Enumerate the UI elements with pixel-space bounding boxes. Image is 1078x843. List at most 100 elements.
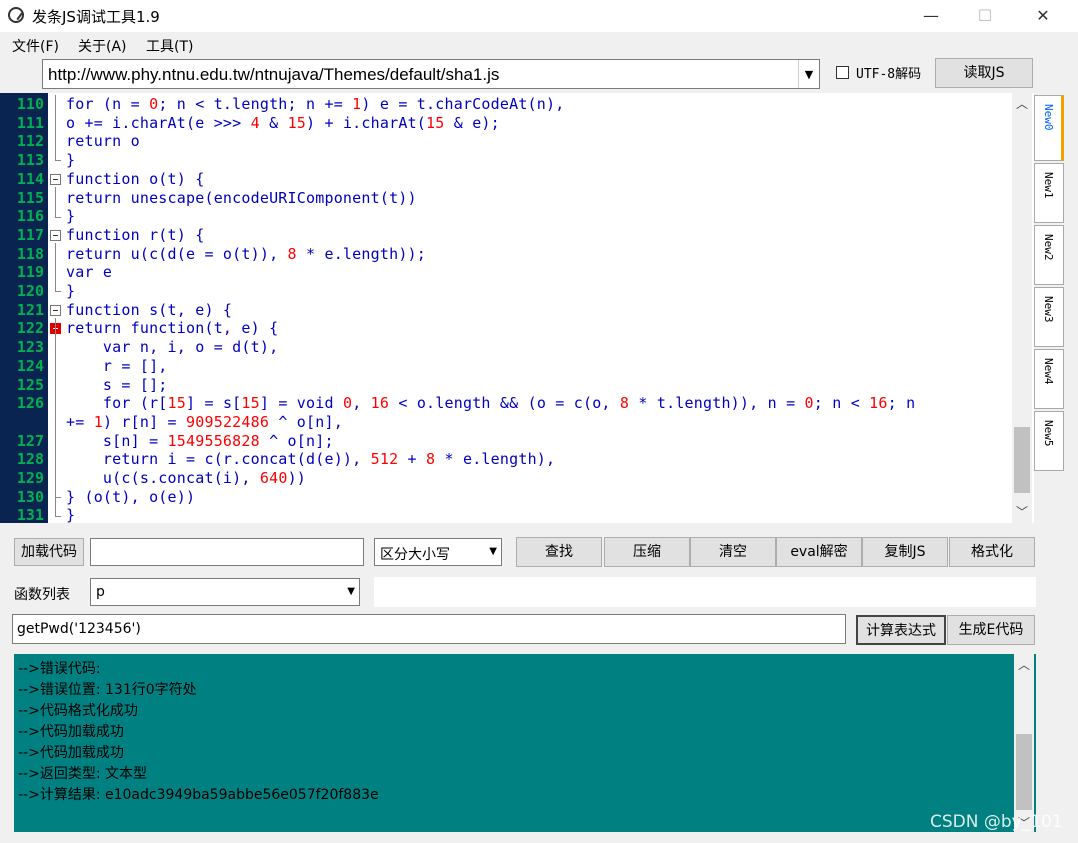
code-line[interactable]: } (66, 207, 75, 226)
line-number: 121 (16, 300, 44, 319)
output-line: -->代码加载成功 (18, 724, 124, 740)
load-code-button[interactable]: 加载代码 (14, 538, 84, 566)
clear-button[interactable]: 清空 (690, 537, 776, 567)
watermark: CSDN @by_101 (930, 812, 1063, 832)
code-line[interactable]: for (r[15] = s[15] = void 0, 16 < o.leng… (66, 394, 915, 413)
code-line[interactable]: for (n = 0; n < t.length; n += 1) e = t.… (66, 95, 564, 114)
function-select[interactable]: p ▼ (90, 578, 360, 606)
utf8-checkbox[interactable] (836, 66, 849, 79)
menu-tools[interactable]: 工具(T) (146, 36, 193, 56)
fold-end (55, 160, 61, 162)
line-number: 124 (16, 356, 44, 375)
code-line[interactable]: return i = c(r.concat(d(e)), 512 + 8 * e… (66, 450, 555, 469)
code-line[interactable]: u(c(s.concat(i), 640)) (66, 469, 306, 488)
tab-new1[interactable]: New1 (1034, 163, 1064, 223)
chevron-down-icon[interactable]: ▼ (489, 546, 497, 557)
code-line[interactable]: return u(c(d(e = o(t)), 8 * e.length)); (66, 245, 426, 264)
code-line[interactable]: r = [], (66, 357, 168, 376)
output-line: -->返回类型: 文本型 (18, 766, 148, 782)
chevron-down-icon[interactable]: ▼ (347, 586, 355, 597)
tab-new1-label: New1 (1042, 172, 1055, 199)
code-line[interactable]: o += i.charAt(e >>> 4 & 15) + i.charAt(1… (66, 114, 500, 133)
output-line: -->计算结果: e10adc3949ba59abbe56e057f20f883… (18, 787, 379, 803)
fold-guide (55, 95, 56, 161)
code-line[interactable]: function o(t) { (66, 170, 204, 189)
output-line: -->代码加载成功 (18, 745, 124, 761)
line-number: 118 (16, 244, 44, 263)
search-input[interactable] (90, 538, 364, 566)
copy-js-button[interactable]: 复制JS (862, 537, 948, 567)
menu-about[interactable]: 关于(A) (78, 36, 127, 56)
code-line[interactable]: } (66, 282, 75, 301)
tab-new2-label: New2 (1042, 234, 1055, 261)
find-button[interactable]: 查找 (516, 537, 602, 567)
line-number: 110 (16, 95, 44, 113)
tab-new0[interactable]: New0 (1034, 95, 1064, 161)
chevron-down-icon[interactable]: ▼ (798, 60, 819, 88)
fold-guide (55, 317, 56, 498)
code-line[interactable]: } (66, 506, 75, 523)
url-combobox[interactable]: http://www.phy.ntnu.edu.tw/ntnujava/Them… (42, 59, 820, 89)
tab-new5[interactable]: New5 (1034, 411, 1064, 471)
expression-value: getPwd('123456') (17, 621, 141, 637)
line-number: 129 (16, 469, 44, 487)
code-editor[interactable]: 110 for (n = 0; n < t.length; n += 1) e =… (0, 93, 1034, 523)
editor-scroll-thumb[interactable] (1014, 427, 1030, 493)
code-line[interactable]: += 1) r[n] = 909522486 ^ o[n], (66, 413, 343, 432)
read-js-button[interactable]: 读取JS (935, 58, 1033, 88)
line-number: 119 (16, 263, 44, 282)
eval-decode-button[interactable]: eval解密 (776, 537, 862, 567)
scroll-up-icon[interactable]: ︿ (1018, 656, 1030, 673)
fold-guide (55, 478, 56, 516)
code-line[interactable]: return o (66, 132, 140, 151)
window-title: 发条JS调试工具1.9 (32, 8, 160, 26)
function-select-value: p (96, 584, 105, 600)
output-scroll-thumb[interactable] (1016, 734, 1032, 810)
code-line[interactable]: return function(t, e) { (66, 319, 278, 338)
code-line[interactable]: function r(t) { (66, 226, 204, 245)
tab-new0-label: New0 (1042, 104, 1055, 131)
line-number: 131 (16, 506, 44, 523)
code-line[interactable]: function s(t, e) { (66, 301, 232, 320)
code-line[interactable]: } (o(t), o(e)) (66, 488, 195, 507)
tab-new2[interactable]: New2 (1034, 225, 1064, 285)
code-line[interactable]: var n, i, o = d(t), (66, 338, 278, 357)
output-scrollbar[interactable]: ︿ ﹀ (1014, 654, 1034, 832)
expression-input[interactable]: getPwd('123456') (12, 614, 846, 644)
menu-file[interactable]: 文件(F) (12, 36, 59, 56)
function-list-label: 函数列表 (14, 587, 70, 603)
code-line[interactable]: } (66, 151, 75, 170)
maximize-button[interactable]: ☐ (962, 0, 1008, 32)
utf8-label: UTF-8解码 (856, 67, 922, 82)
close-button[interactable]: ✕ (1020, 0, 1066, 32)
line-number: 128 (16, 450, 44, 469)
tab-new4[interactable]: New4 (1034, 349, 1064, 409)
output-line: -->错误位置: 131行0字符处 (18, 682, 197, 698)
line-number: 112 (16, 132, 44, 151)
line-number: 125 (16, 375, 44, 394)
fold-toggle-icon[interactable] (50, 304, 61, 316)
scroll-down-icon[interactable]: ﹀ (1016, 503, 1028, 520)
code-line[interactable]: var e (66, 263, 112, 282)
code-line[interactable]: s = []; (66, 376, 168, 395)
code-line[interactable]: return unescape(encodeURIComponent(t)) (66, 189, 417, 208)
line-number: 113 (16, 151, 44, 170)
output-line: -->代码格式化成功 (18, 703, 138, 719)
format-button[interactable]: 格式化 (949, 537, 1035, 567)
scroll-up-icon[interactable]: ︿ (1016, 95, 1028, 112)
fold-toggle-icon[interactable] (50, 229, 61, 241)
compress-button[interactable]: 压缩 (604, 537, 690, 567)
tab-new3[interactable]: New3 (1034, 287, 1064, 347)
minimize-button[interactable]: — (908, 0, 954, 32)
case-select[interactable]: 区分大小写 ▼ (374, 538, 502, 566)
fold-end (55, 515, 61, 517)
calc-expression-button[interactable]: 计算表达式 (856, 615, 946, 645)
line-number: 122 (16, 319, 44, 338)
code-line[interactable]: s[n] = 1549556828 ^ o[n]; (66, 432, 334, 451)
gen-e-code-button[interactable]: 生成E代码 (947, 615, 1035, 645)
fold-guide (55, 242, 56, 292)
line-number: 115 (16, 188, 44, 207)
line-number: 111 (16, 113, 44, 132)
url-input[interactable]: http://www.phy.ntnu.edu.tw/ntnujava/Them… (48, 65, 499, 85)
fold-toggle-icon[interactable] (50, 173, 61, 185)
